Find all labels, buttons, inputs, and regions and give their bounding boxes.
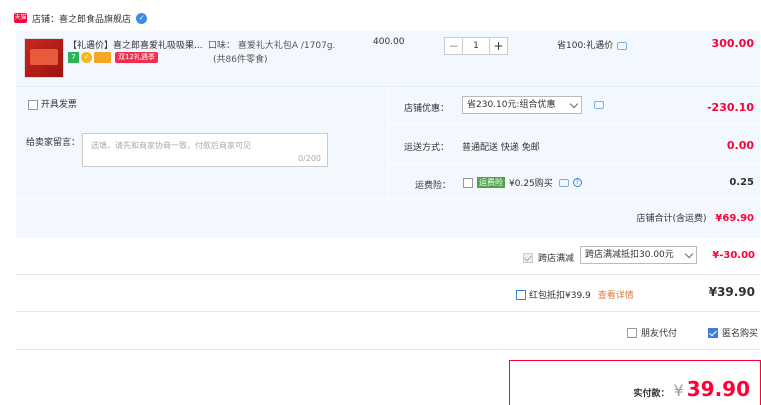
delivery-amount: 0.00: [726, 139, 754, 152]
memo-placeholder: 选填，请先和商家协商一致，付款后商家可见: [91, 141, 251, 150]
invoice-label: 开具发票: [40, 100, 77, 110]
shop-total-amount: ¥69.90: [715, 213, 754, 224]
comment-icon[interactable]: [594, 101, 604, 109]
product-sku-detail: (共86件零食): [213, 55, 268, 65]
anonymous-option[interactable]: 匿名购买: [708, 326, 758, 339]
shop-discount-amount: -230.10: [706, 101, 754, 114]
tmall-logo-icon: 天猫: [14, 13, 27, 23]
card-payment-icon: [94, 52, 111, 63]
shop-label: 店铺：: [32, 14, 60, 25]
freight-insurance-checkbox[interactable]: [463, 177, 473, 188]
friend-pay-checkbox[interactable]: [627, 327, 637, 338]
freight-insurance-tag: 运费险: [477, 177, 505, 188]
red-packet-label: 红包抵扣¥39.9: [529, 291, 591, 301]
product-tags: 7 ✓ 双12礼遇季: [68, 52, 158, 63]
freight-insurance-amount: 0.25: [729, 177, 754, 188]
quantity-decrease-button[interactable]: −: [444, 37, 463, 55]
chevron-down-icon: [684, 249, 694, 259]
product-subtotal: 300.00: [711, 37, 754, 50]
anonymous-checkbox[interactable]: [708, 327, 718, 338]
shop-total-label: 店铺合计(含运费): [636, 214, 707, 224]
guarantee-icon: ✓: [81, 52, 92, 63]
quantity-increase-button[interactable]: +: [489, 37, 508, 55]
anonymous-label: 匿名购买: [722, 329, 759, 339]
payment-amount: 39.90: [686, 377, 750, 401]
memo-textarea[interactable]: 选填，请先和商家协商一致，付款后商家可见 0/200: [82, 133, 328, 167]
red-packet-checkbox[interactable]: [516, 289, 526, 300]
cross-store-selected: 跨店满减抵扣30.00元: [585, 250, 674, 260]
chevron-down-icon: [569, 99, 579, 109]
product-title[interactable]: 【礼遇价】喜之郎喜爱礼吸吸果...: [68, 38, 218, 51]
seven-day-return-icon: 7: [68, 52, 79, 63]
payment-total: 实付款： ¥ 39.90: [634, 377, 750, 401]
shop-name-link[interactable]: 喜之郎食品旗舰店: [59, 12, 131, 25]
unit-price: 400.00: [373, 37, 405, 47]
shop-discount-select[interactable]: 省230.10元:组合优惠: [462, 96, 582, 114]
product-sku: 口味： 喜爱礼大礼包A /1707g.: [208, 41, 336, 51]
quantity-input[interactable]: [463, 37, 489, 55]
divider: [16, 274, 760, 275]
invoice-checkbox[interactable]: [28, 99, 38, 110]
discount-note-text: 省100:礼遇价: [557, 41, 614, 51]
shop-discount-label: 店铺优惠：: [404, 104, 450, 114]
red-packet-amount: ¥39.90: [708, 285, 755, 299]
comment-icon[interactable]: [558, 178, 569, 187]
divider: [388, 163, 760, 164]
friend-pay-option[interactable]: 朋友代付: [627, 326, 677, 339]
divider: [388, 87, 389, 198]
freight-insurance-label: 运费险：: [415, 181, 452, 191]
invoice-option[interactable]: 开具发票: [28, 97, 77, 110]
payment-label: 实付款：: [633, 389, 670, 399]
freight-insurance-price: ¥0.25购买: [509, 179, 553, 189]
promo-badge: 双12礼遇季: [115, 52, 158, 63]
cross-store-option: 跨店满减: [523, 251, 574, 264]
divider: [16, 311, 760, 312]
wangwang-icon[interactable]: ✓: [136, 12, 148, 24]
product-row: 【礼遇价】喜之郎喜爱礼吸吸果... 7 ✓ 双12礼遇季 口味： 喜爱礼大礼包A…: [16, 31, 760, 87]
memo-label: 给卖家留言：: [26, 138, 81, 148]
payment-summary: 实付款： ¥ 39.90: [509, 360, 761, 405]
divider: [16, 198, 760, 199]
freight-insurance-option[interactable]: 运费险 ¥0.25购买 ?: [463, 176, 582, 189]
divider: [16, 349, 760, 350]
friend-pay-label: 朋友代付: [641, 329, 678, 339]
order-options: 开具发票 给卖家留言： 选填，请先和商家协商一致，付款后商家可见 0/200 店…: [16, 87, 760, 238]
cross-store-select[interactable]: 跨店满减抵扣30.00元: [580, 246, 697, 264]
help-icon[interactable]: ?: [572, 178, 582, 187]
comment-icon[interactable]: [617, 41, 628, 50]
delivery-label: 运送方式：: [404, 143, 450, 153]
cross-store-amount: ¥-30.00: [712, 250, 755, 261]
discount-note: 省100:礼遇价: [557, 38, 628, 51]
memo-char-count: 0/200: [297, 154, 321, 163]
shop-total: 店铺合计(含运费) ¥69.90: [637, 211, 755, 224]
cross-store-label: 跨店满减: [538, 254, 575, 264]
shop-discount-selected: 省230.10元:组合优惠: [467, 100, 556, 110]
red-packet-option[interactable]: 红包抵扣¥39.9 查看详情: [516, 288, 634, 301]
currency-symbol: ¥: [673, 381, 684, 400]
quantity-stepper: − +: [444, 37, 508, 55]
divider: [388, 123, 760, 124]
red-packet-details-link[interactable]: 查看详情: [598, 288, 634, 301]
product-thumbnail[interactable]: [24, 38, 64, 78]
shop-header: 天猫 店铺： 喜之郎食品旗舰店 ✓: [14, 10, 148, 26]
cross-store-checkbox: [523, 252, 533, 263]
delivery-method: 普通配送 快递 免邮: [462, 143, 540, 153]
